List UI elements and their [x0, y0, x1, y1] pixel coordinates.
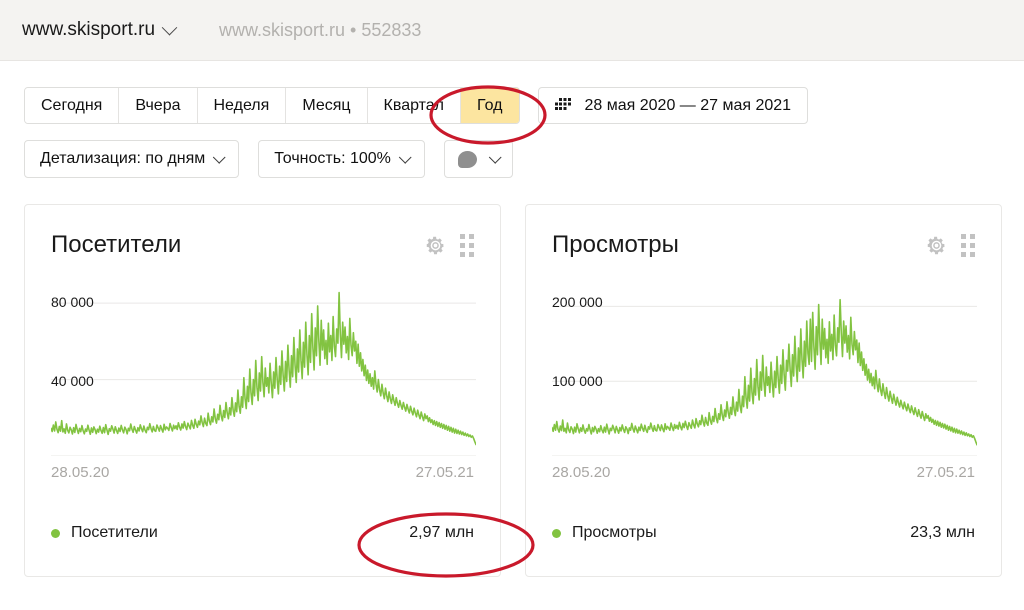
period-tab-label: Сегодня: [41, 96, 103, 114]
chevron-down-icon: [488, 150, 502, 164]
period-tab-5[interactable]: Год: [461, 88, 519, 123]
date-range-label: 28 мая 2020 — 27 мая 2021: [584, 96, 792, 114]
chart-area: 200 000 100 000: [552, 284, 977, 456]
series-line: [51, 291, 476, 446]
top-header-bar: www.skisport.ru www.skisport.ru • 552833: [0, 0, 1024, 61]
comments-button[interactable]: [443, 140, 513, 178]
card-header: Посетители: [51, 231, 474, 257]
legend-entry[interactable]: Посетители: [51, 524, 158, 542]
x-tick-label-end: 27.05.21: [415, 464, 474, 481]
period-tab-1[interactable]: Вчера: [119, 88, 198, 123]
legend-color-dot: [552, 528, 561, 538]
site-picker[interactable]: www.skisport.ru: [22, 19, 178, 41]
period-tab-label: Неделя: [213, 96, 270, 114]
chart-area: 80 000 40 000: [51, 284, 476, 456]
x-axis: 28.05.20 27.05.21: [51, 464, 474, 481]
series-line: [552, 298, 977, 446]
period-tab-4[interactable]: Квартал: [367, 88, 462, 123]
x-tick-label-start: 28.05.20: [552, 464, 611, 481]
date-range-button[interactable]: 28 мая 2020 — 27 мая 2021: [537, 87, 809, 124]
legend-label: Просмотры: [572, 524, 657, 541]
card-title: Посетители: [51, 231, 182, 258]
controls-area: Сегодня Вчера Неделя Месяц Квартал Год 28 мая…: [0, 61, 1024, 178]
breadcrumb: www.skisport.ru • 552833: [219, 19, 422, 40]
accuracy-select-label: Точность: 100%: [274, 150, 391, 167]
period-controls-row: Сегодня Вчера Неделя Месяц Квартал Год 28 мая…: [24, 87, 1024, 124]
card-icons: [926, 231, 975, 257]
x-tick-label-start: 28.05.20: [51, 464, 110, 481]
detail-select[interactable]: Детализация: по дням: [24, 140, 240, 178]
accuracy-select[interactable]: Точность: 100%: [258, 140, 425, 178]
legend-color-dot: [51, 528, 60, 538]
site-name: www.skisport.ru: [22, 19, 156, 40]
period-tab-label: Год: [477, 96, 503, 114]
period-tab-label: Вчера: [135, 96, 181, 114]
metric-card-1: Просмотры 200 000 100 000 28.05.20 27.05.21 П…: [525, 204, 1002, 577]
x-axis: 28.05.20 27.05.21: [552, 464, 975, 481]
line-chart: [552, 298, 977, 456]
period-tab-0[interactable]: Сегодня: [25, 88, 120, 123]
metric-cards: Посетители 80 000 40 000 28.05.20 27.05.21 По…: [0, 178, 1024, 577]
period-tab-3[interactable]: Месяц: [286, 88, 368, 123]
detail-select-label: Детализация: по дням: [40, 150, 206, 167]
metric-total-value: 2,97 млн: [409, 524, 474, 541]
secondary-controls-row: Детализация: по дням Точность: 100%: [24, 140, 1024, 178]
period-tab-label: Квартал: [383, 96, 445, 114]
x-tick-label-end: 27.05.21: [916, 464, 975, 481]
chevron-down-icon: [213, 150, 226, 164]
legend-label: Посетители: [71, 524, 158, 541]
card-header: Просмотры: [552, 231, 975, 257]
period-tab-label: Месяц: [302, 96, 351, 114]
metric-card-0: Посетители 80 000 40 000 28.05.20 27.05.21 По…: [24, 204, 501, 577]
chevron-down-icon: [398, 150, 412, 164]
calendar-grid-icon: [554, 97, 571, 110]
speech-bubble-icon: [457, 150, 477, 168]
card-legend: Посетители 2,97 млн: [51, 524, 474, 542]
gear-icon[interactable]: [425, 235, 446, 256]
grid-dots-icon[interactable]: [961, 234, 975, 257]
card-title: Просмотры: [552, 231, 679, 258]
chevron-down-icon: [161, 19, 178, 35]
card-icons: [425, 231, 474, 257]
legend-entry[interactable]: Просмотры: [552, 524, 657, 542]
line-chart: [51, 291, 476, 456]
period-tab-2[interactable]: Неделя: [197, 88, 287, 123]
period-tabs: Сегодня Вчера Неделя Месяц Квартал Год: [24, 87, 520, 124]
gear-icon[interactable]: [926, 235, 947, 256]
metric-total-value: 23,3 млн: [910, 524, 975, 541]
card-legend: Просмотры 23,3 млн: [552, 524, 975, 542]
grid-dots-icon[interactable]: [460, 234, 474, 257]
